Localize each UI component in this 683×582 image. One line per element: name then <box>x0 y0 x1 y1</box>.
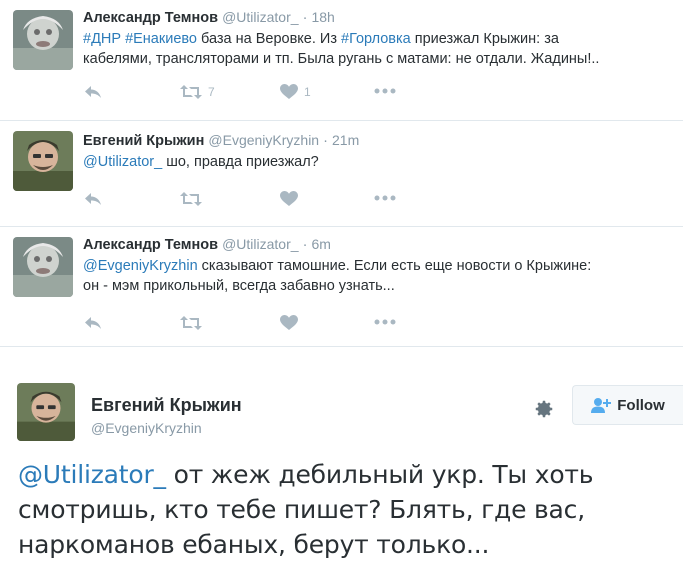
like-button[interactable] <box>280 315 298 331</box>
author-handle[interactable]: @Utilizator_ <box>222 9 298 25</box>
tweet-text: @EvgeniyKryzhin сказывают тамошние. Если… <box>83 256 679 276</box>
avatar[interactable] <box>13 131 73 191</box>
reply-button[interactable] <box>84 84 102 100</box>
avatar[interactable] <box>13 10 73 70</box>
tweet-text-segment: шо, правда приезжал? <box>162 154 319 170</box>
mention-link[interactable]: @Utilizator_ <box>18 460 166 489</box>
tweet-text-segment: приезжал Крыжин: за <box>410 31 559 47</box>
like-button[interactable]: 1 <box>280 84 311 100</box>
reply-button[interactable] <box>84 315 102 331</box>
tweet-text-line: он - мэм прикольный, всегда забавно узна… <box>83 278 395 294</box>
hashtag-link[interactable]: #Енакиево <box>125 31 197 47</box>
timestamp[interactable]: 21m <box>332 132 359 148</box>
timestamp[interactable]: 6m <box>311 236 330 252</box>
mention-link[interactable]: @Utilizator_ <box>83 154 162 170</box>
tweet-item[interactable]: Евгений Крыжин @EvgeniyKryzhin · 21m @Ut… <box>0 121 683 227</box>
tweet-text: @Utilizator_ шо, правда приезжал? <box>83 152 679 172</box>
hashtag-link[interactable]: #ДНР <box>83 31 121 47</box>
retweet-icon <box>180 316 202 330</box>
author-name[interactable]: Евгений Крыжин <box>83 133 204 149</box>
more-icon <box>374 195 396 201</box>
follow-label: Follow <box>617 396 665 414</box>
author-handle[interactable]: @Utilizator_ <box>222 236 298 252</box>
more-button[interactable] <box>374 319 396 325</box>
author-name[interactable]: Александр Темнов <box>83 10 218 26</box>
tweet-text-line: смотришь, кто тебе пишет? Блять, где вас… <box>18 495 585 524</box>
tweet-text-line: @Utilizator_ от жеж дебильный укр. Ты хо… <box>18 457 678 492</box>
retweet-count: 7 <box>208 85 215 99</box>
main-tweet-text: @Utilizator_ от жеж дебильный укр. Ты хо… <box>18 457 678 562</box>
separator: · <box>323 133 328 149</box>
retweet-button[interactable] <box>180 315 202 331</box>
tweet-text-segment: база на Веровке. Из <box>196 31 342 47</box>
more-button[interactable] <box>374 195 396 201</box>
main-tweet: Евгений Крыжин @EvgeniyKryzhin Follow @U… <box>0 347 683 582</box>
retweet-button[interactable] <box>180 191 202 207</box>
follow-button[interactable]: Follow <box>572 385 683 425</box>
author-name[interactable]: Евгений Крыжин <box>91 395 242 416</box>
tweet-text-line: кабелями, трансляторами и тп. Была руган… <box>83 51 600 67</box>
gear-icon <box>535 400 553 418</box>
reply-icon <box>85 317 101 329</box>
separator: · <box>302 10 308 26</box>
like-icon <box>280 191 298 206</box>
author-handle[interactable]: @EvgeniyKryzhin <box>208 132 319 148</box>
avatar[interactable] <box>17 383 75 441</box>
retweet-icon <box>180 192 202 206</box>
tweet-text: #ДНР #Енакиево база на Веровке. Из #Горл… <box>83 29 679 49</box>
avatar[interactable] <box>13 237 73 297</box>
like-icon <box>280 84 298 99</box>
separator: · <box>302 237 308 253</box>
reply-icon <box>85 86 101 98</box>
conversation-thread: Александр Темнов @Utilizator_ · 18h #ДНР… <box>0 0 683 347</box>
more-icon <box>374 319 396 325</box>
retweet-icon <box>180 85 202 99</box>
tweet-item[interactable]: Александр Темнов @Utilizator_ · 18h #ДНР… <box>0 0 683 121</box>
follow-user-icon <box>591 398 612 413</box>
retweet-button[interactable]: 7 <box>180 84 215 100</box>
more-button[interactable] <box>374 88 396 94</box>
hashtag-link[interactable]: #Горловка <box>341 31 411 47</box>
mention-link[interactable]: @EvgeniyKryzhin <box>83 258 198 274</box>
tweet-text-line: наркоманов ебаных, берут только... <box>18 530 490 559</box>
timestamp[interactable]: 18h <box>311 9 334 25</box>
reply-icon <box>85 193 101 205</box>
like-icon <box>280 315 298 330</box>
reply-button[interactable] <box>84 191 102 207</box>
like-button[interactable] <box>280 191 298 207</box>
author-name[interactable]: Александр Темнов <box>83 237 218 253</box>
tweet-item[interactable]: Александр Темнов @Utilizator_ · 6m @Evge… <box>0 227 683 347</box>
more-icon <box>374 88 396 94</box>
like-count: 1 <box>304 85 311 99</box>
settings-button[interactable] <box>533 398 555 425</box>
author-handle[interactable]: @EvgeniyKryzhin <box>91 420 202 436</box>
tweet-text-segment: сказывают тамошние. Если есть еще новост… <box>197 258 592 274</box>
tweet-text-segment: от жеж дебильный укр. Ты хоть <box>165 460 594 489</box>
